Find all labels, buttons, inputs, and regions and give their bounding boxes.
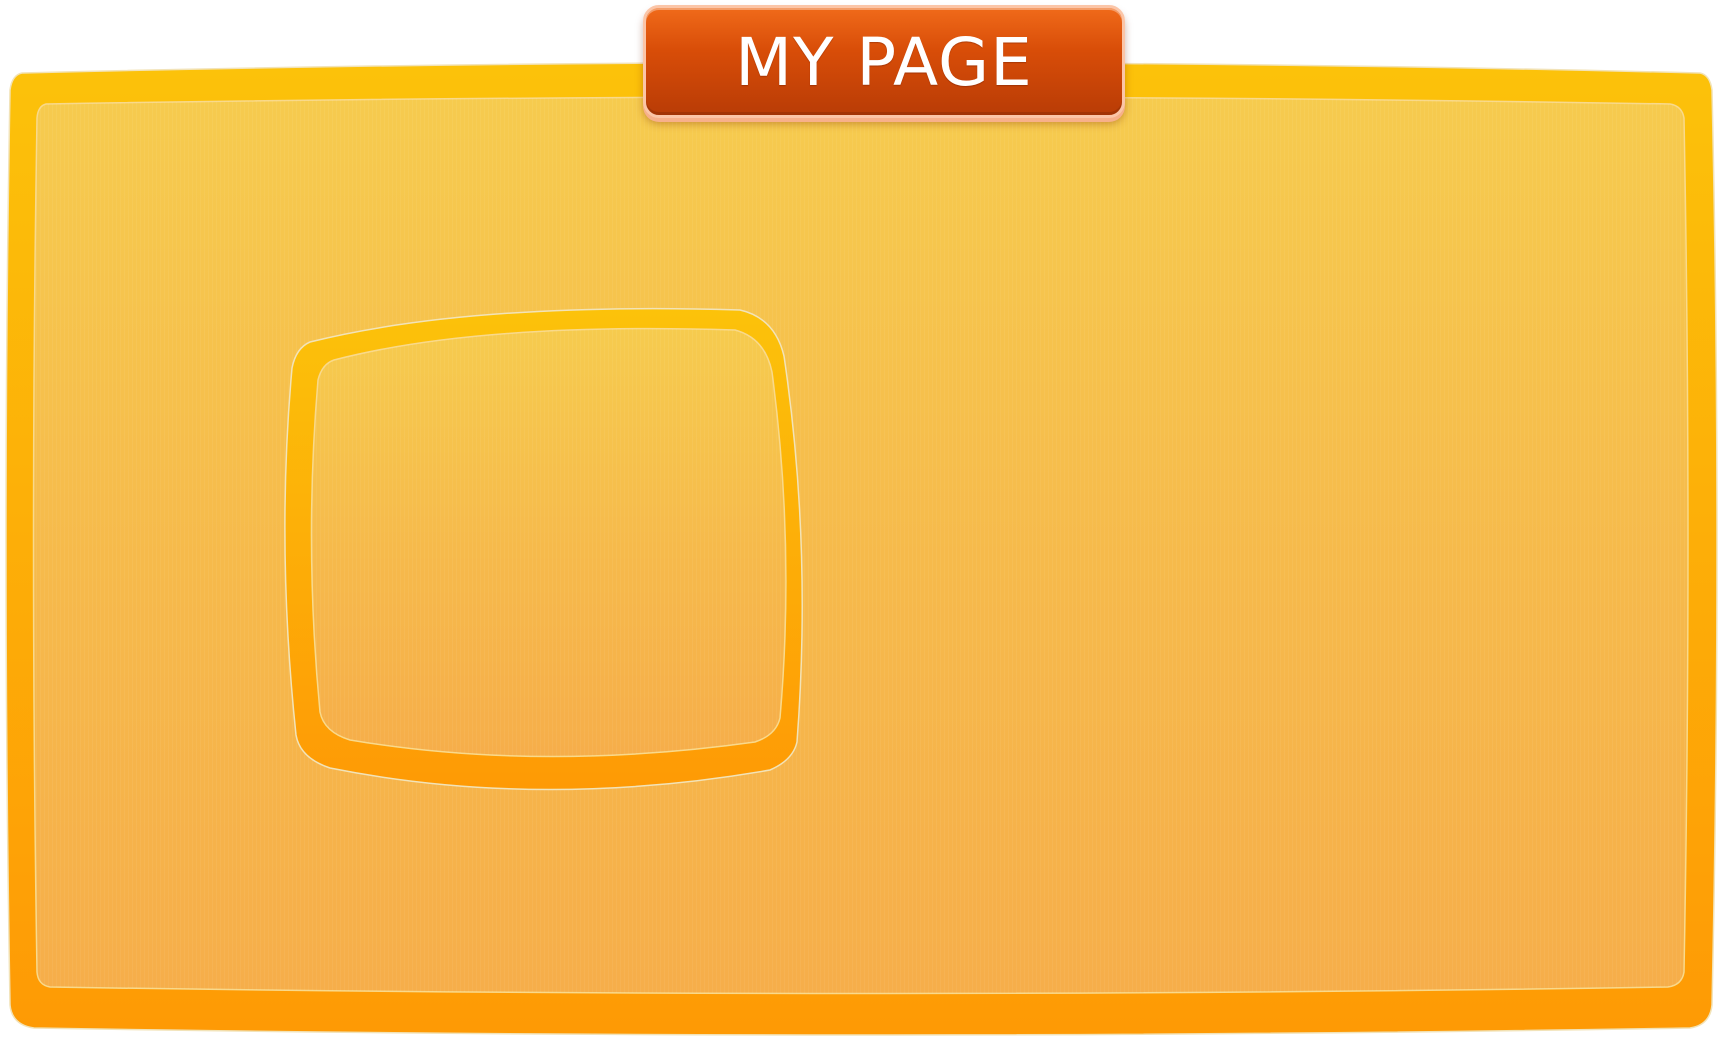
main-panel bbox=[5, 61, 1718, 1036]
main-panel-texture bbox=[33, 97, 1688, 994]
page-title: MY PAGE bbox=[735, 23, 1033, 101]
page-title-banner: MY PAGE bbox=[643, 5, 1125, 118]
image-slot-texture bbox=[311, 328, 786, 757]
game-page-screen: MY PAGE bbox=[0, 0, 1724, 1039]
